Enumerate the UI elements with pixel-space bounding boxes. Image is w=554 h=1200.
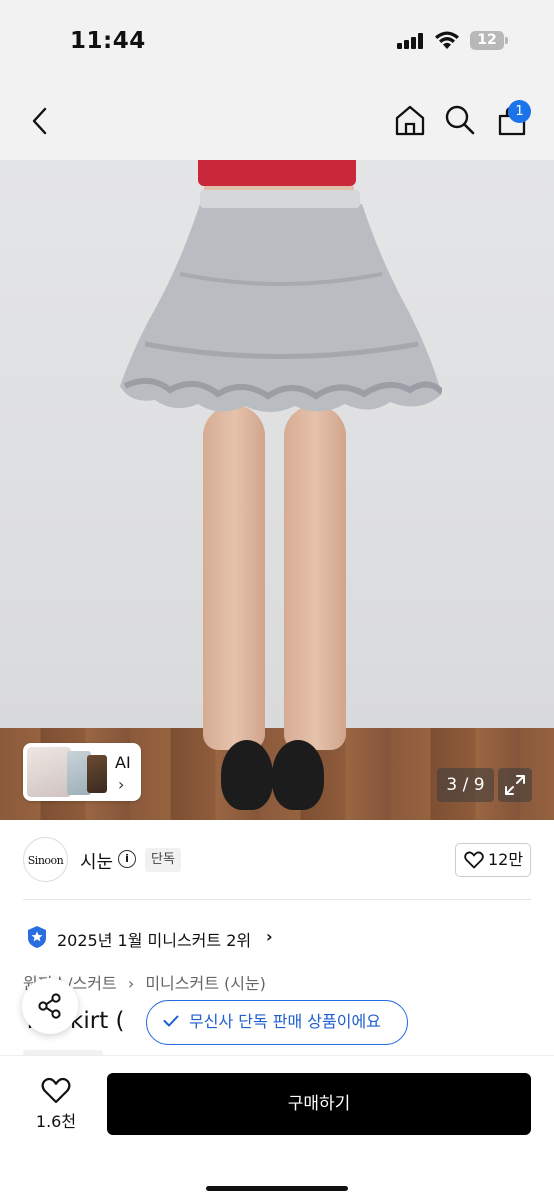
divider bbox=[23, 899, 531, 900]
expand-icon[interactable] bbox=[498, 768, 532, 802]
battery-cap bbox=[505, 37, 508, 44]
check-icon bbox=[163, 1015, 179, 1027]
tutu-skirt bbox=[120, 204, 442, 412]
model-top bbox=[198, 160, 356, 186]
like-count: 1.6천 bbox=[35, 1112, 77, 1131]
exclusive-tag: 단독 bbox=[145, 848, 181, 872]
product-image[interactable] bbox=[0, 160, 554, 820]
chevron-right-icon[interactable]: › bbox=[266, 927, 273, 946]
breadcrumb-separator: › bbox=[127, 974, 135, 993]
ranking-badge-icon bbox=[28, 926, 46, 948]
tooltip-text: 무신사 단독 판매 상품이에요 bbox=[189, 1012, 381, 1031]
brand-logo[interactable]: Sinoon bbox=[23, 837, 68, 882]
search-icon[interactable] bbox=[444, 104, 476, 136]
status-time: 11:44 bbox=[70, 28, 146, 54]
share-icon bbox=[38, 993, 61, 1019]
brand-name[interactable]: 시눈 bbox=[80, 848, 113, 874]
battery-indicator: 12 bbox=[470, 31, 504, 50]
heart-icon bbox=[464, 851, 484, 869]
image-counter: 3 / 9 bbox=[437, 768, 494, 802]
thumbnail-image bbox=[27, 747, 71, 797]
ranking-link[interactable]: 2025년 1월 미니스커트 2위 bbox=[57, 927, 251, 951]
buy-button[interactable]: 구매하기 bbox=[107, 1073, 531, 1135]
model-shoe-right bbox=[272, 740, 324, 810]
brand-like-count: 12만 bbox=[488, 850, 524, 869]
heart-icon[interactable] bbox=[41, 1077, 71, 1104]
skirt-waistband bbox=[200, 190, 360, 208]
wifi-icon bbox=[435, 31, 459, 49]
thumbnail-image bbox=[87, 755, 107, 793]
home-indicator bbox=[206, 1186, 348, 1191]
info-icon[interactable]: i bbox=[118, 850, 136, 868]
chevron-right-icon: › bbox=[118, 775, 125, 794]
breadcrumb-subcategory[interactable]: 미니스커트 (시눈) bbox=[145, 970, 266, 994]
chevron-left-icon[interactable] bbox=[26, 106, 54, 136]
status-bar: 11:44 12 bbox=[0, 0, 554, 82]
ai-thumbnail-button[interactable]: AI › bbox=[23, 743, 141, 801]
brand-like-button[interactable]: 12만 bbox=[455, 843, 531, 877]
model-leg-left bbox=[203, 405, 265, 750]
exclusive-tooltip: 무신사 단독 판매 상품이에요 bbox=[146, 1000, 408, 1045]
cart-badge: 1 bbox=[508, 100, 531, 123]
share-button[interactable] bbox=[22, 978, 78, 1034]
ai-label: AI bbox=[115, 753, 131, 772]
home-icon[interactable] bbox=[393, 104, 427, 136]
cellular-signal-icon bbox=[397, 33, 425, 49]
model-shoe-left bbox=[221, 740, 273, 810]
model-leg-right bbox=[284, 405, 346, 750]
